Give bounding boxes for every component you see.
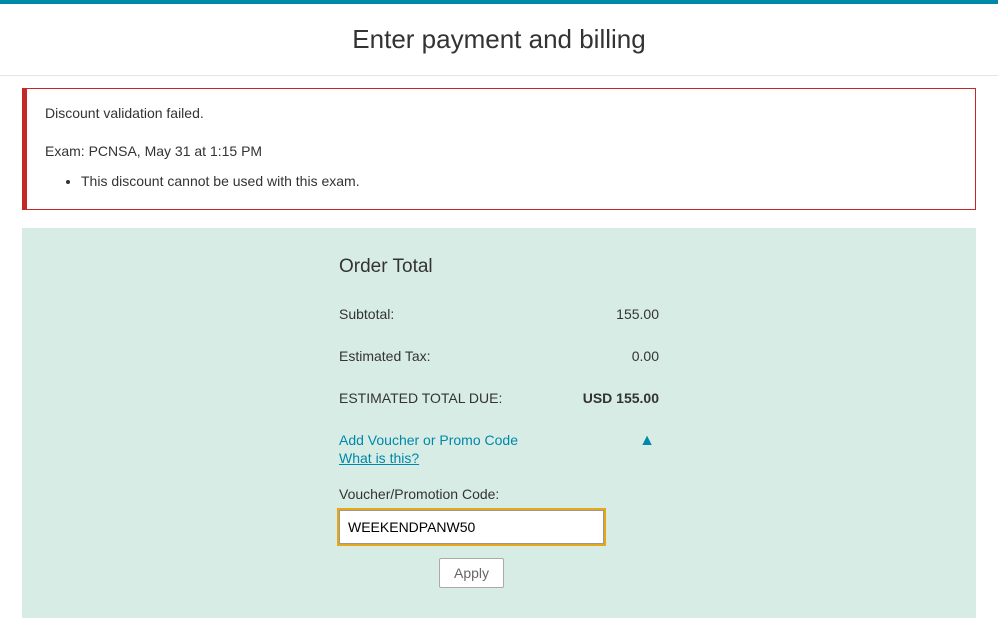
- what-is-this-link[interactable]: What is this?: [339, 450, 518, 466]
- error-exam-line: Exam: PCNSA, May 31 at 1:15 PM: [45, 143, 957, 159]
- subtotal-label: Subtotal:: [339, 306, 394, 322]
- tax-value: 0.00: [569, 348, 659, 364]
- add-voucher-link[interactable]: Add Voucher or Promo Code: [339, 432, 518, 448]
- error-alert: Discount validation failed. Exam: PCNSA,…: [22, 88, 976, 210]
- total-row: ESTIMATED TOTAL DUE: USD 155.00: [339, 390, 659, 406]
- page-title: Enter payment and billing: [0, 24, 998, 55]
- order-inner: Order Total Subtotal: 155.00 Estimated T…: [339, 256, 659, 588]
- apply-row: Apply: [339, 558, 604, 588]
- error-title: Discount validation failed.: [45, 105, 957, 121]
- subtotal-value: 155.00: [569, 306, 659, 322]
- apply-button[interactable]: Apply: [439, 558, 504, 588]
- error-reason-item: This discount cannot be used with this e…: [81, 173, 957, 189]
- voucher-links: Add Voucher or Promo Code What is this?: [339, 432, 518, 466]
- voucher-field-label: Voucher/Promotion Code:: [339, 486, 659, 502]
- tax-label: Estimated Tax:: [339, 348, 431, 364]
- voucher-header: Add Voucher or Promo Code What is this? …: [339, 432, 659, 466]
- total-label: ESTIMATED TOTAL DUE:: [339, 390, 502, 406]
- order-total-panel: Order Total Subtotal: 155.00 Estimated T…: [22, 228, 976, 618]
- content-wrap: Discount validation failed. Exam: PCNSA,…: [0, 76, 998, 618]
- total-value: USD 155.00: [569, 390, 659, 406]
- voucher-code-input[interactable]: [339, 510, 604, 544]
- subtotal-row: Subtotal: 155.00: [339, 306, 659, 322]
- order-heading: Order Total: [339, 256, 659, 278]
- voucher-input-wrap: Apply: [339, 510, 659, 588]
- tax-row: Estimated Tax: 0.00: [339, 348, 659, 364]
- page-header: Enter payment and billing: [0, 4, 998, 76]
- error-reason-list: This discount cannot be used with this e…: [81, 173, 957, 189]
- chevron-up-icon[interactable]: ▲: [635, 432, 659, 450]
